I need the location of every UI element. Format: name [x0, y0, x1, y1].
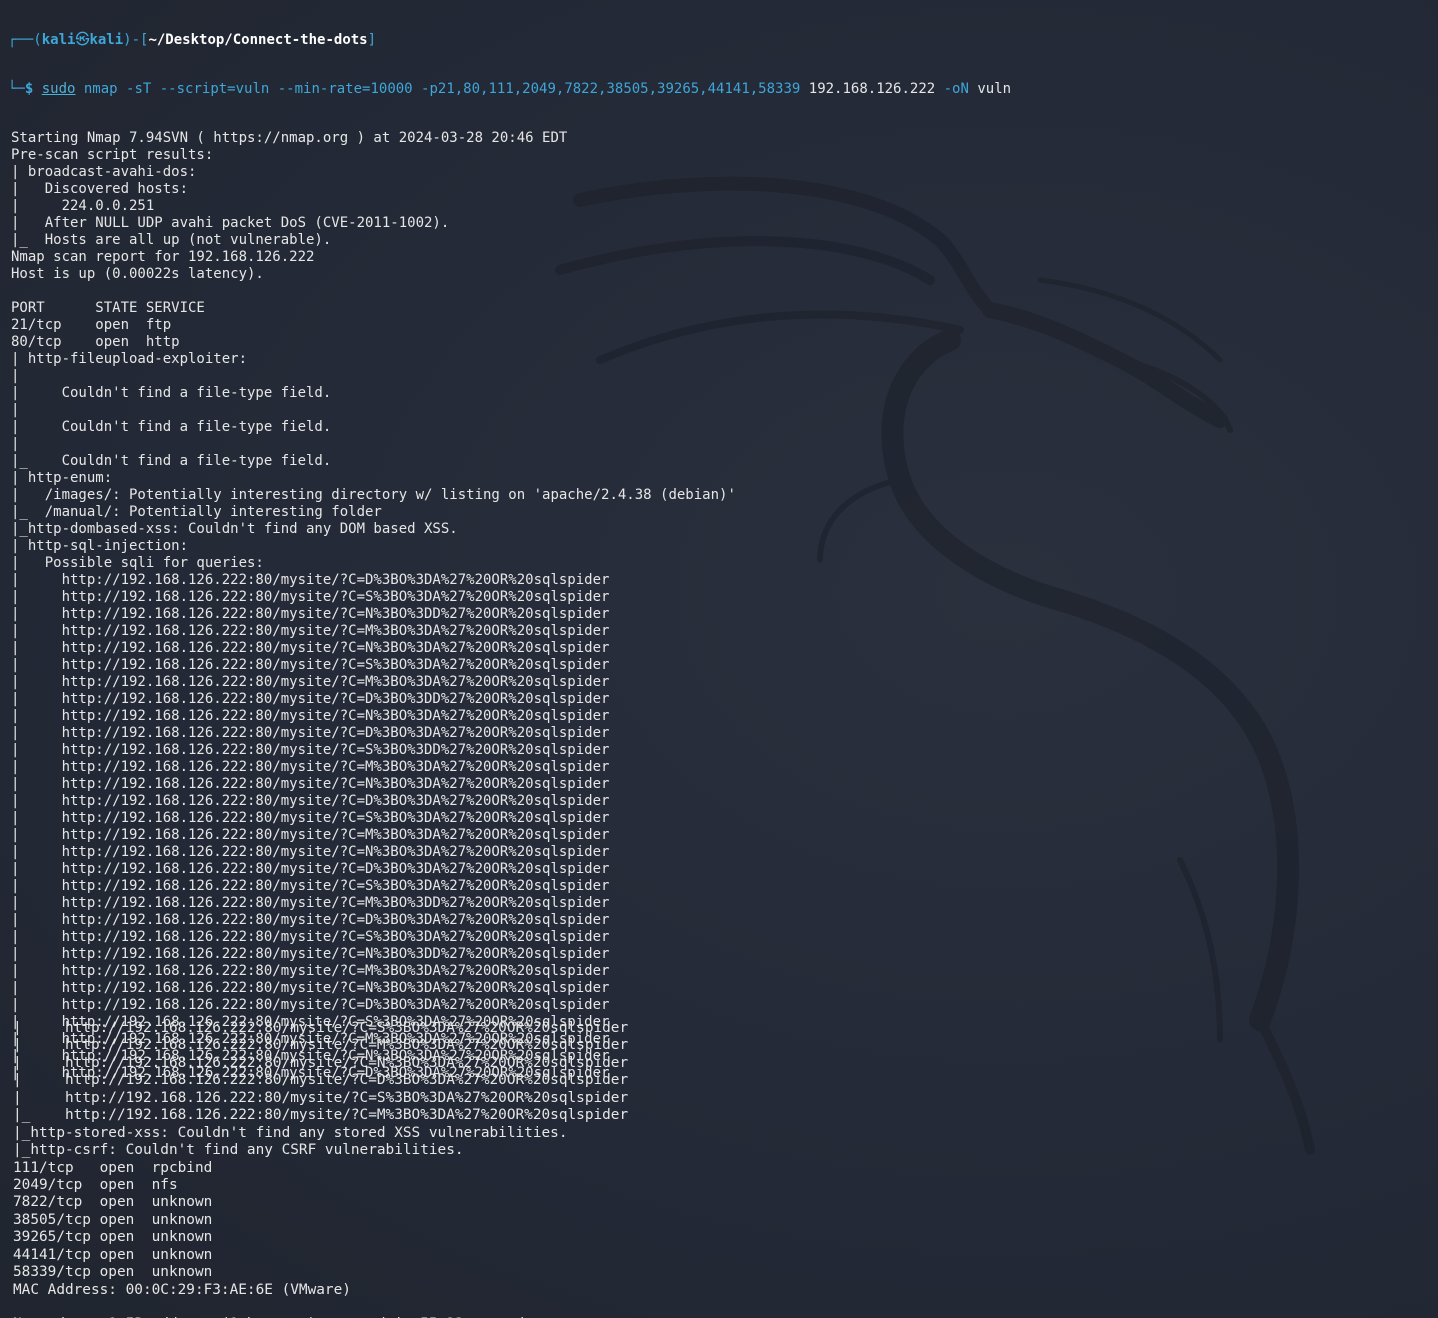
output-line: | [11, 402, 20, 418]
output-line: MAC Address: 00:0C:29:F3:AE:6E (VMware) [13, 1281, 351, 1298]
output-line: PORT STATE SERVICE [11, 300, 205, 316]
output-line: |_http-stored-xss: Couldn't find any sto… [13, 1124, 568, 1141]
output-line: 44141/tcp open unknown [13, 1246, 213, 1263]
output-line: | http://192.168.126.222:80/mysite/?C=S%… [11, 589, 610, 605]
output-line: | http://192.168.126.222:80/mysite/?C=M%… [13, 1037, 629, 1054]
command-line[interactable]: └─$ sudo nmap -sT --script=vuln --min-ra… [8, 81, 1012, 98]
output-line: | http://192.168.126.222:80/mysite/?C=D%… [11, 861, 610, 877]
output-line: | http://192.168.126.222:80/mysite/?C=M%… [11, 674, 610, 690]
prompt-at-symbol: ㉿ [75, 32, 90, 48]
terminal-output-top: ┌──(kali㉿kali)-[~/Desktop/Connect-the-do… [8, 0, 1012, 1114]
output-line: | http://192.168.126.222:80/mysite/?C=M%… [11, 895, 610, 911]
output-line: | [11, 368, 20, 384]
output-line: | http://192.168.126.222:80/mysite/?C=N%… [11, 708, 610, 724]
command-flag: -oN [935, 81, 978, 97]
output-line: | http://192.168.126.222:80/mysite/?C=M%… [11, 827, 610, 843]
command-target: 192.168.126.222 [808, 81, 936, 97]
output-line: | http://192.168.126.222:80/mysite/?C=D%… [11, 725, 610, 741]
command-args: nmap -sT --script=vuln --min-rate=10000 … [75, 81, 809, 97]
output-line: | http://192.168.126.222:80/mysite/?C=N%… [11, 640, 610, 656]
terminal-window[interactable]: ┌──(kali㉿kali)-[~/Desktop/Connect-the-do… [0, 0, 1438, 1318]
output-line: | http://192.168.126.222:80/mysite/?C=N%… [11, 946, 610, 962]
output-line: | http-fileupload-exploiter: [11, 351, 248, 367]
output-line: | http://192.168.126.222:80/mysite/?C=S%… [11, 929, 610, 945]
output-line: 21/tcp open ftp [11, 317, 172, 333]
output-line: | Possible sqli for queries: [11, 555, 264, 571]
output-line: | http://192.168.126.222:80/mysite/?C=S%… [11, 878, 610, 894]
output-line: 111/tcp open rpcbind [13, 1159, 213, 1176]
output-line: | http://192.168.126.222:80/mysite/?C=D%… [11, 793, 610, 809]
output-line: | http://192.168.126.222:80/mysite/?C=N%… [13, 1054, 629, 1071]
output-line: | http://192.168.126.222:80/mysite/?C=M%… [11, 623, 610, 639]
output-line: | http://192.168.126.222:80/mysite/?C=S%… [13, 1089, 629, 1106]
output-lines: Starting Nmap 7.94SVN ( https://nmap.org… [11, 130, 1011, 1082]
output-line: Host is up (0.00022s latency). [11, 266, 264, 282]
prompt-frame: └─ [8, 81, 25, 97]
prompt-path: ~/Desktop/Connect-the-dots [148, 32, 368, 48]
output-line: 7822/tcp open unknown [13, 1194, 213, 1211]
output-line: | http://192.168.126.222:80/mysite/?C=D%… [11, 912, 610, 928]
output-line: 80/tcp open http [11, 334, 180, 350]
output-line: | http://192.168.126.222:80/mysite/?C=S%… [11, 657, 610, 673]
output-line: | http://192.168.126.222:80/mysite/?C=N%… [11, 776, 610, 792]
prompt-user: kali [41, 32, 76, 48]
output-line: | http://192.168.126.222:80/mysite/?C=D%… [13, 1072, 629, 1089]
terminal-output-bottom: | http://192.168.126.222:80/mysite/?C=S%… [13, 988, 628, 1318]
output-line: |_http-csrf: Couldn't find any CSRF vuln… [13, 1142, 464, 1159]
output-line: 58339/tcp open unknown [13, 1264, 213, 1281]
output-line: 38505/tcp open unknown [13, 1211, 213, 1228]
output-line: | broadcast-avahi-dos: [11, 164, 197, 180]
command-sudo: sudo [41, 81, 76, 97]
output-line: | http://192.168.126.222:80/mysite/?C=D%… [11, 691, 610, 707]
output-line: | http://192.168.126.222:80/mysite/?C=M%… [11, 963, 610, 979]
output-line: | http://192.168.126.222:80/mysite/?C=S%… [11, 742, 610, 758]
output-line: | Discovered hosts: [11, 181, 189, 197]
output-line: Pre-scan script results: [11, 147, 214, 163]
prompt-line: ┌──(kali㉿kali)-[~/Desktop/Connect-the-do… [8, 32, 1011, 49]
command-outfile: vuln [977, 81, 1012, 97]
output-line: | http://192.168.126.222:80/mysite/?C=S%… [11, 810, 610, 826]
output-line: |_ Couldn't find a file-type field. [11, 453, 332, 469]
prompt-frame: )-[ [123, 32, 149, 48]
output-line: | http-enum: [11, 470, 113, 486]
output-line: |_ Hosts are all up (not vulnerable). [11, 232, 332, 248]
output-line: | http://192.168.126.222:80/mysite/?C=N%… [11, 606, 610, 622]
prompt-dollar: $ [24, 81, 34, 97]
output-line: | http://192.168.126.222:80/mysite/?C=N%… [11, 844, 610, 860]
prompt-host: kali [89, 32, 124, 48]
output-line: 2049/tcp open nfs [13, 1176, 178, 1193]
output-line: | http://192.168.126.222:80/mysite/?C=D%… [11, 572, 610, 588]
output-lines: | http://192.168.126.222:80/mysite/?C=S%… [13, 1020, 628, 1318]
output-line: |_http-dombased-xss: Couldn't find any D… [11, 521, 458, 537]
prompt-frame: ┌──( [8, 32, 42, 48]
output-line: 39265/tcp open unknown [13, 1229, 213, 1246]
output-line: |_ /manual/: Potentially interesting fol… [11, 504, 382, 520]
output-line: | Couldn't find a file-type field. [11, 385, 332, 401]
output-line: | /images/: Potentially interesting dire… [11, 487, 736, 503]
output-line: Nmap scan report for 192.168.126.222 [11, 249, 315, 265]
prompt-frame: ] [367, 32, 377, 48]
output-line: | 224.0.0.251 [11, 198, 155, 214]
output-line: | Couldn't find a file-type field. [11, 419, 332, 435]
output-line: | After NULL UDP avahi packet DoS (CVE-2… [11, 215, 450, 231]
output-line: | http-sql-injection: [11, 538, 189, 554]
output-line: |_ http://192.168.126.222:80/mysite/?C=M… [13, 1107, 629, 1124]
output-line: | http://192.168.126.222:80/mysite/?C=S%… [13, 1020, 629, 1036]
output-line: | http://192.168.126.222:80/mysite/?C=M%… [11, 759, 610, 775]
output-line: | [11, 436, 20, 452]
output-line: Starting Nmap 7.94SVN ( https://nmap.org… [11, 130, 568, 146]
